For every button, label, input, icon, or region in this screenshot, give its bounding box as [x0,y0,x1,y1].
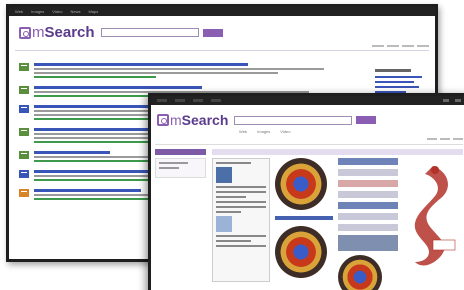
magnifier-square-icon [157,114,169,126]
image-thumbnail[interactable] [212,158,270,282]
document-icon [19,151,29,159]
search-options-row [155,138,463,145]
logo[interactable]: mSearch [19,24,95,41]
browser-window-image-results: mSearch Web Images Video [148,93,464,290]
tab-video[interactable]: Video [280,129,290,134]
screenshot-collage: Web Images Video News Maps mSearch mSear… [0,0,464,290]
document-icon [19,170,29,178]
search-input[interactable] [100,28,199,37]
image-thumbnail[interactable] [275,158,327,210]
search-button[interactable] [202,28,223,37]
search-header: mSearch [151,105,464,128]
top-menu-item[interactable]: Maps [88,9,98,14]
image-thumbnail[interactable] [275,226,327,278]
top-menu-item[interactable]: Web [15,9,23,14]
top-bar [151,96,464,105]
top-menu-item[interactable]: Video [52,9,62,14]
tab-images[interactable]: Images [257,129,270,134]
top-bar: Web Images Video News Maps [9,7,435,16]
top-menu-item[interactable]: Images [31,9,44,14]
document-icon [19,105,29,113]
dragon-image [414,166,456,266]
search-tabs: Web Images Video [151,129,464,134]
magnifier-square-icon [19,26,31,39]
search-input[interactable] [234,115,353,125]
filter-sidebar [155,149,206,290]
top-menu-item[interactable]: News [70,9,80,14]
logo-text: mSearch [32,24,95,41]
results-body [151,145,464,290]
tab-web[interactable]: Web [239,129,247,134]
search-options-row [15,45,429,51]
image-thumbnail[interactable] [403,158,463,282]
image-thumbnail[interactable] [338,158,398,290]
document-icon [19,63,29,71]
logo[interactable]: mSearch [157,112,228,128]
list-item[interactable] [19,63,339,78]
image-grid [212,149,463,290]
document-icon [19,128,29,136]
document-icon [19,189,29,197]
document-icon [19,86,29,94]
logo-text: mSearch [170,112,229,128]
search-header: mSearch [9,16,435,45]
search-button[interactable] [356,116,377,124]
